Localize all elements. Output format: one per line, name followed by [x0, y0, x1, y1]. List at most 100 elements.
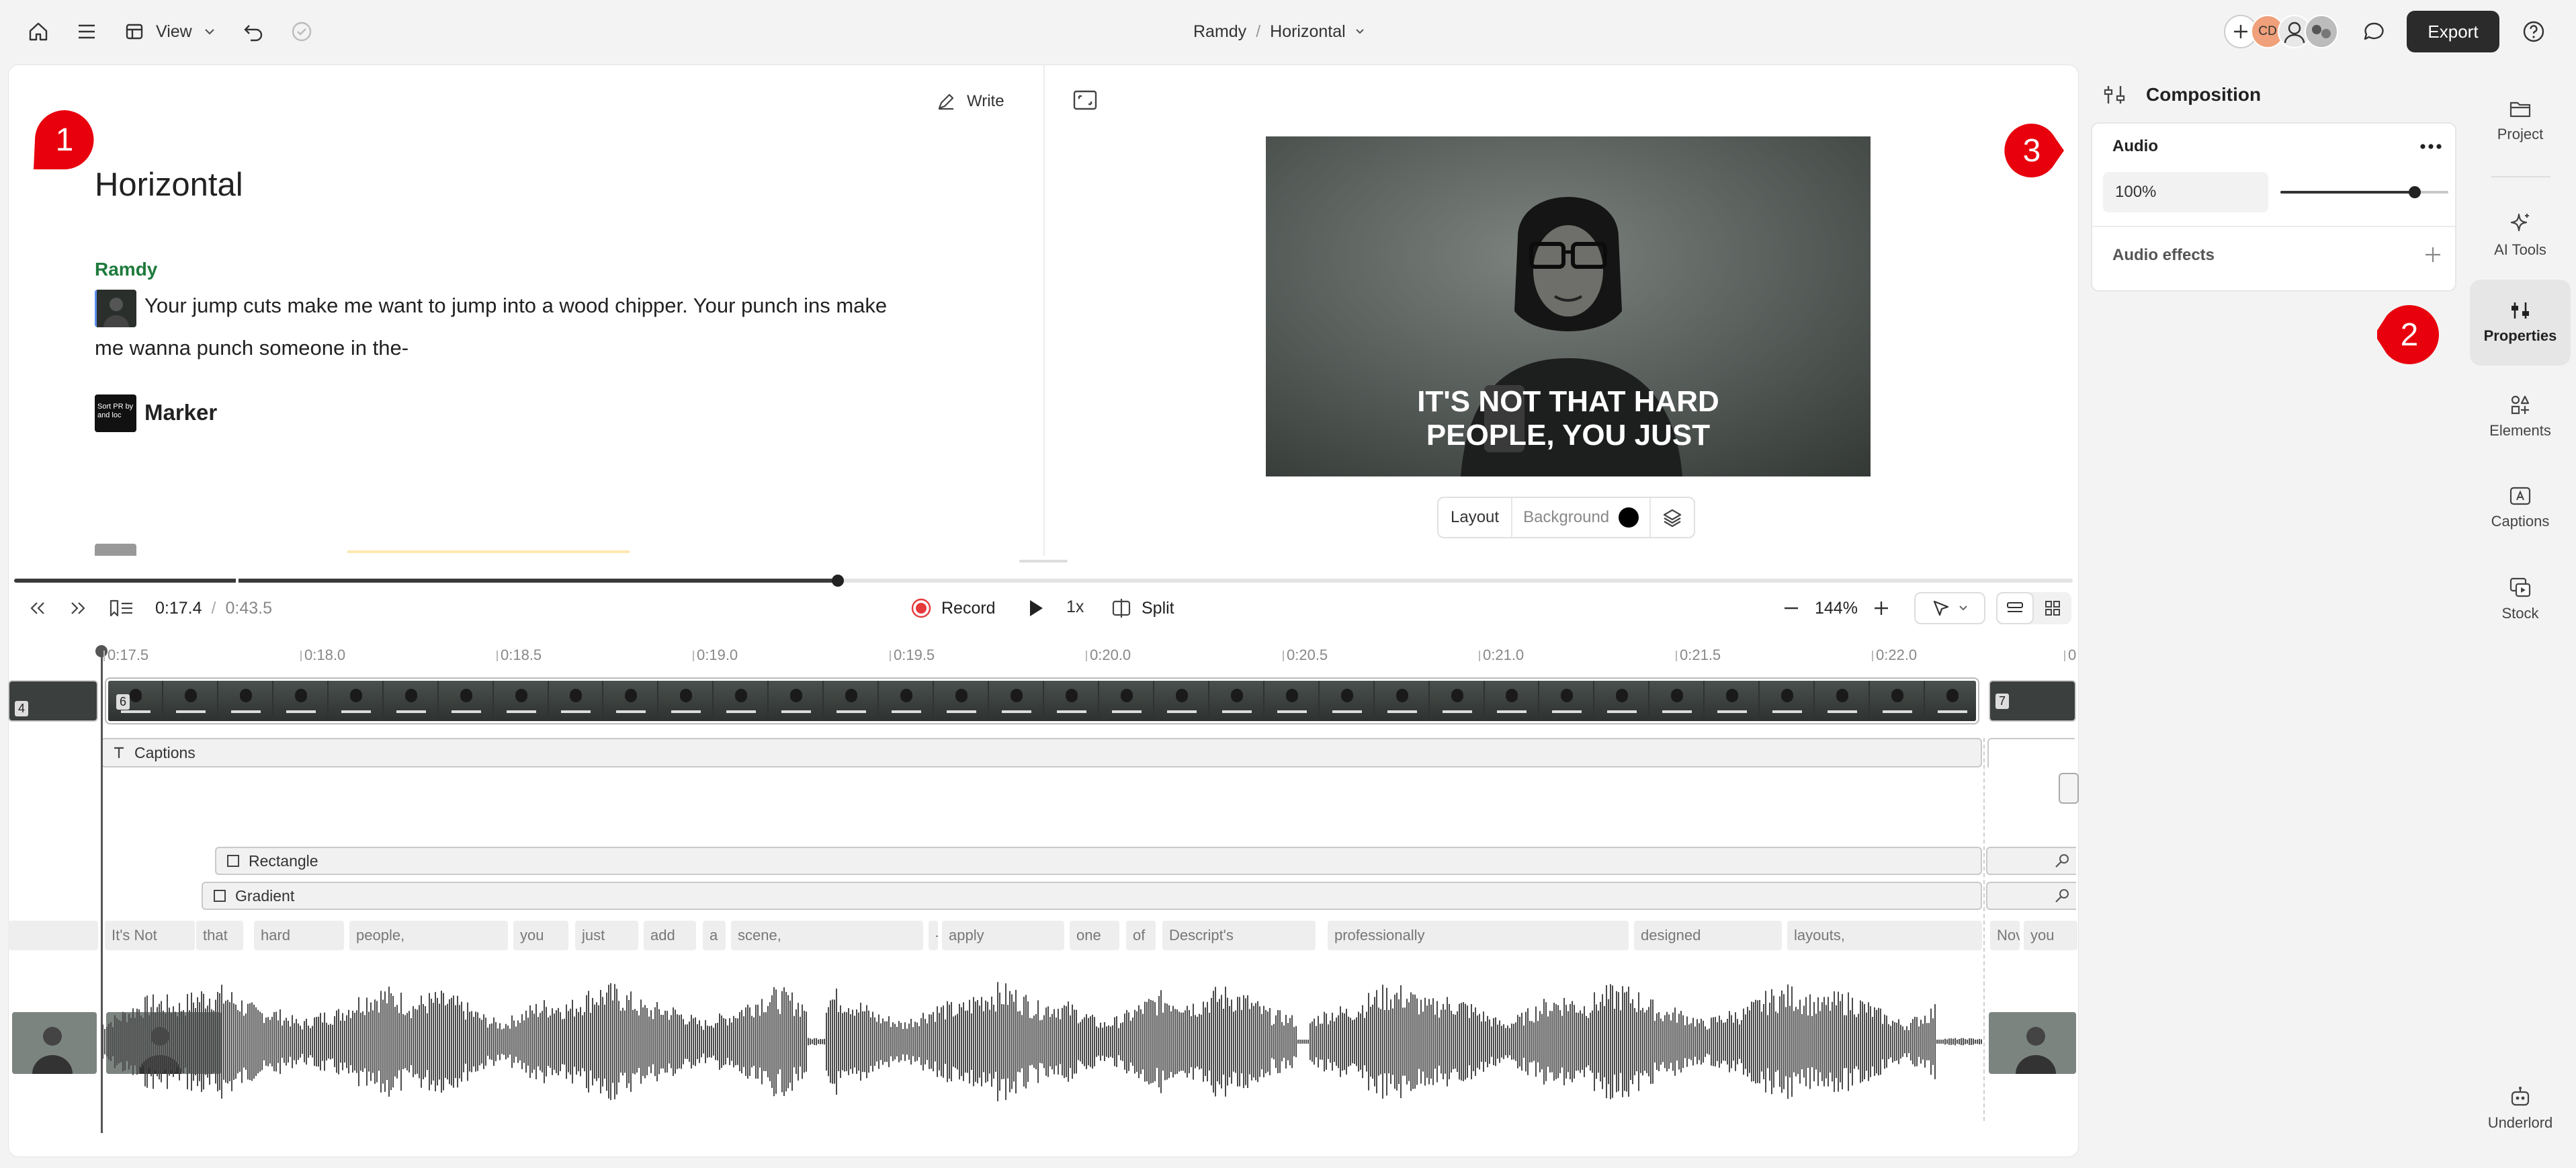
help-icon[interactable]: [2518, 16, 2549, 47]
avatar[interactable]: [2305, 15, 2338, 48]
scrub-progress: [14, 579, 838, 583]
skip-back-icon[interactable]: [28, 600, 48, 616]
home-icon[interactable]: [23, 16, 54, 47]
split-button[interactable]: Split: [1111, 593, 1174, 623]
export-button[interactable]: Export: [2407, 11, 2499, 52]
audio-waveform[interactable]: [101, 968, 1982, 1116]
layout-button[interactable]: Layout: [1439, 498, 1513, 537]
chapters-icon[interactable]: [108, 598, 135, 618]
word-block[interactable]: you: [513, 921, 568, 950]
script-editor[interactable]: Write Horizontal Ramdy Your jump cuts ma…: [9, 65, 1043, 556]
video-clip[interactable]: 4: [8, 680, 98, 722]
word-block[interactable]: just: [575, 921, 638, 950]
zoom-in-icon[interactable]: [1873, 599, 1890, 617]
captions-track[interactable]: Captions: [101, 738, 1982, 767]
rectangle-track[interactable]: Rectangle: [215, 847, 1982, 875]
word-block[interactable]: professionally: [1328, 921, 1629, 950]
playback-speed[interactable]: 1x: [1066, 597, 1084, 617]
transcript-line[interactable]: Your jump cuts make me want to jump into…: [144, 294, 887, 318]
playhead-handle[interactable]: [95, 645, 108, 657]
zoom-out-icon[interactable]: [1783, 599, 1800, 617]
rail-stock[interactable]: Stock: [2470, 556, 2571, 642]
composition-title[interactable]: Horizontal: [95, 166, 243, 204]
scrub-handle[interactable]: [831, 575, 844, 587]
clip-thumbnail[interactable]: [95, 290, 136, 327]
tool-selector[interactable]: [1914, 592, 1985, 624]
sparkle-icon: [2510, 213, 2529, 232]
rail-underlord[interactable]: Underlord: [2470, 1066, 2571, 1152]
slider-handle[interactable]: [2409, 186, 2421, 198]
grid-view-icon[interactable]: [2034, 592, 2071, 624]
word-block[interactable]: Descript's: [1162, 921, 1316, 950]
resize-handle[interactable]: [1019, 560, 1068, 562]
word-block[interactable]: a: [703, 921, 726, 950]
rail-elements[interactable]: Elements: [2470, 374, 2571, 460]
caption-clip[interactable]: [2059, 773, 2079, 804]
record-button[interactable]: Record: [910, 593, 996, 623]
film-frame: [383, 681, 437, 721]
add-effect-icon[interactable]: [2423, 245, 2443, 265]
playhead[interactable]: [95, 645, 108, 1133]
word-block[interactable]: [8, 921, 98, 950]
word-block[interactable]: layouts,: [1787, 921, 1982, 950]
marker-thumbnail[interactable]: Sort PR by and loc: [95, 394, 136, 432]
rail-properties[interactable]: Properties: [2470, 280, 2571, 366]
rail-project[interactable]: Project: [2470, 78, 2571, 164]
word-block[interactable]: you: [2024, 921, 2077, 950]
rail-captions[interactable]: Captions: [2470, 465, 2571, 551]
word-block[interactable]: apply: [942, 921, 1064, 950]
word-block[interactable]: It's Not: [105, 921, 195, 950]
gradient-track[interactable]: Gradient: [202, 882, 1982, 910]
link-icon[interactable]: [2053, 852, 2071, 870]
skip-forward-icon[interactable]: [68, 600, 88, 616]
clip-thumbnail[interactable]: [1989, 1012, 2076, 1074]
breadcrumb-project[interactable]: Ramdy: [1193, 22, 1246, 42]
link-icon[interactable]: [2053, 887, 2071, 905]
play-icon[interactable]: [1023, 596, 1047, 620]
audio-volume-slider[interactable]: [2280, 186, 2448, 198]
clip-thumbnail[interactable]: [12, 1012, 97, 1074]
video-clip[interactable]: 7: [1989, 680, 2076, 722]
word-block[interactable]: people,: [349, 921, 508, 950]
rail-ai-tools[interactable]: AI Tools: [2470, 192, 2571, 278]
rectangle-track-next[interactable]: [1986, 847, 2076, 875]
speaker-label[interactable]: Ramdy: [95, 259, 157, 280]
zoom-level[interactable]: 144%: [1815, 599, 1858, 618]
word-block[interactable]: -: [929, 921, 938, 950]
word-block[interactable]: scene,: [731, 921, 923, 950]
background-color-swatch: [1619, 507, 1639, 528]
word-block[interactable]: one: [1070, 921, 1119, 950]
word-block[interactable]: hard: [254, 921, 344, 950]
timeline-view-icon[interactable]: [1996, 592, 2034, 624]
captions-track-next[interactable]: [1987, 738, 2075, 767]
transcript-line[interactable]: me wanna punch someone in the-: [95, 336, 409, 360]
word-block[interactable]: designed: [1634, 921, 1782, 950]
chevron-down-icon[interactable]: [1355, 28, 1365, 35]
background-button[interactable]: Background: [1512, 498, 1651, 537]
word-block[interactable]: add: [644, 921, 696, 950]
fullscreen-icon[interactable]: [1072, 88, 1101, 115]
film-frame: [493, 681, 548, 721]
menu-icon[interactable]: [71, 16, 102, 47]
layers-icon[interactable]: [1651, 498, 1694, 537]
view-menu[interactable]: View: [125, 17, 215, 46]
word-block[interactable]: of: [1126, 921, 1156, 950]
caption-overlay[interactable]: IT'S NOT THAT HARD PEOPLE, YOU JUST: [1266, 385, 1871, 452]
marker-label[interactable]: Marker: [144, 400, 217, 425]
word-block[interactable]: that: [196, 921, 243, 950]
scrub-track[interactable]: [14, 575, 2073, 587]
clip-thumbnail[interactable]: [95, 544, 136, 556]
undo-icon[interactable]: [238, 16, 269, 47]
more-options-icon[interactable]: [2417, 138, 2444, 155]
audio-volume-input[interactable]: 100%: [2103, 172, 2268, 212]
write-button[interactable]: Write: [936, 87, 1004, 116]
word-block[interactable]: Nov: [1990, 921, 2020, 950]
rectangle-icon: [227, 855, 239, 867]
comments-icon[interactable]: [2358, 16, 2389, 47]
video-clip-selected[interactable]: 6: [106, 679, 1978, 723]
gradient-track-next[interactable]: [1986, 882, 2076, 910]
captions-icon: [2509, 487, 2531, 505]
film-frame: [1649, 681, 1704, 721]
breadcrumb-composition[interactable]: Horizontal: [1270, 22, 1346, 42]
preview-frame[interactable]: IT'S NOT THAT HARD PEOPLE, YOU JUST: [1266, 136, 1871, 476]
